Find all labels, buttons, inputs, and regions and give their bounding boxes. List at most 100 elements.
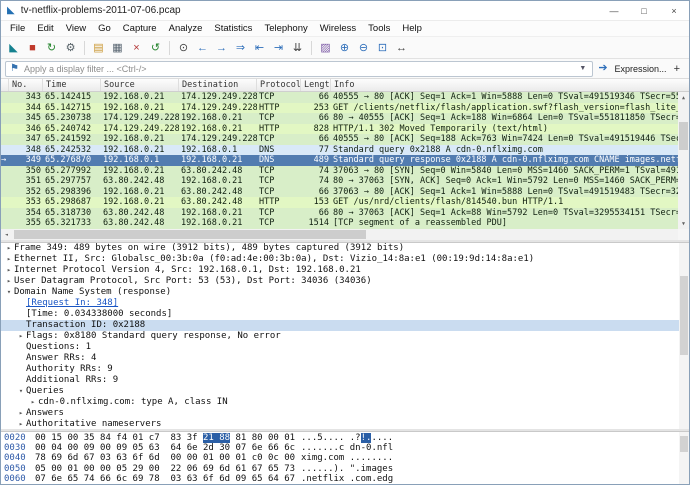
- zoom-in-icon[interactable]: ⊕: [336, 39, 353, 56]
- bytes-vscrollbar[interactable]: [679, 432, 689, 484]
- menu-analyze[interactable]: Analyze: [163, 23, 209, 34]
- close-file-icon[interactable]: ×: [128, 39, 145, 56]
- packet-row-354[interactable]: 35465.31873063.80.242.48192.168.0.21TCP6…: [1, 208, 678, 219]
- details-vscrollbar[interactable]: [679, 243, 689, 429]
- column-header-destination[interactable]: Destination: [179, 79, 257, 91]
- filter-apply-icon[interactable]: ➔: [598, 63, 607, 74]
- expander-icon[interactable]: ▾: [4, 287, 14, 298]
- auto-scroll-icon[interactable]: ⇊: [289, 39, 306, 56]
- packet-row-345[interactable]: 34565.230738174.129.249.228192.168.0.21T…: [1, 113, 678, 124]
- packet-row-349[interactable]: →34965.276870192.168.0.1192.168.0.21DNS4…: [1, 155, 678, 166]
- resize-columns-icon[interactable]: ↔: [393, 39, 410, 56]
- packet-list-vscrollbar[interactable]: ▲ ▼: [678, 92, 689, 229]
- colorize-icon[interactable]: ▨: [317, 39, 334, 56]
- detail-line[interactable]: ▸User Datagram Protocol, Src Port: 53 (5…: [1, 276, 679, 287]
- expander-icon[interactable]: ▾: [16, 386, 26, 397]
- detail-line[interactable]: ▸Answers: [1, 408, 679, 419]
- packet-row-352[interactable]: 35265.298396192.168.0.2163.80.242.48TCP6…: [1, 187, 678, 198]
- menu-help[interactable]: Help: [396, 23, 428, 34]
- packet-row-344[interactable]: 34465.142715192.168.0.21174.129.249.228H…: [1, 103, 678, 114]
- menu-file[interactable]: File: [4, 23, 31, 34]
- detail-line[interactable]: Transaction ID: 0x2188: [1, 320, 679, 331]
- hscroll-thumb[interactable]: [14, 230, 366, 239]
- column-header-length[interactable]: Length: [301, 79, 331, 91]
- filter-history-dropdown-icon[interactable]: ▼: [577, 65, 588, 72]
- detail-line[interactable]: ▾Queries: [1, 386, 679, 397]
- expander-icon[interactable]: ▸: [28, 397, 38, 408]
- display-filter-input[interactable]: ⚑ Apply a display filter ... <Ctrl-/> ▼: [5, 61, 593, 77]
- expander-icon[interactable]: ▸: [16, 331, 26, 342]
- detail-line[interactable]: Authority RRs: 9: [1, 364, 679, 375]
- menu-telephony[interactable]: Telephony: [258, 23, 313, 34]
- menu-go[interactable]: Go: [92, 23, 117, 34]
- hex-row-0050[interactable]: 005005 00 01 00 00 05 29 00 22 06 69 6d …: [1, 464, 679, 474]
- zoom-100-icon[interactable]: ⊡: [374, 39, 391, 56]
- save-file-icon[interactable]: ▦: [109, 39, 126, 56]
- detail-line[interactable]: ▸Frame 349: 489 bytes on wire (3912 bits…: [1, 243, 679, 254]
- menu-tools[interactable]: Tools: [362, 23, 396, 34]
- packet-row-346[interactable]: 34665.240742174.129.249.228192.168.0.21H…: [1, 124, 678, 135]
- minimize-button[interactable]: —: [599, 1, 629, 20]
- packet-row-355[interactable]: 35565.32173363.80.242.48192.168.0.21TCP1…: [1, 218, 678, 229]
- column-header-protocol[interactable]: Protocol: [257, 79, 301, 91]
- expander-icon[interactable]: ▸: [4, 276, 14, 287]
- menu-edit[interactable]: Edit: [31, 23, 59, 34]
- details-vscroll-thumb[interactable]: [680, 276, 688, 354]
- detail-line[interactable]: Additional RRs: 9: [1, 375, 679, 386]
- detail-line[interactable]: ▸cdn-0.nflximg.com: type A, class IN: [1, 397, 679, 408]
- find-packet-icon[interactable]: ⊙: [175, 39, 192, 56]
- scroll-left-icon[interactable]: ◄: [1, 229, 12, 240]
- reload-file-icon[interactable]: ↺: [147, 39, 164, 56]
- hex-row-0060[interactable]: 006007 6e 65 74 66 6c 69 78 03 63 6f 6d …: [1, 474, 679, 484]
- go-to-packet-icon[interactable]: ⇒: [232, 39, 249, 56]
- stop-capture-icon[interactable]: ■: [24, 39, 41, 56]
- start-capture-icon[interactable]: ◣: [5, 39, 22, 56]
- menu-wireless[interactable]: Wireless: [314, 23, 362, 34]
- zoom-out-icon[interactable]: ⊖: [355, 39, 372, 56]
- column-header-time[interactable]: Time: [43, 79, 101, 91]
- maximize-button[interactable]: □: [629, 1, 659, 20]
- column-header-no[interactable]: No.: [9, 79, 43, 91]
- expander-icon[interactable]: ▸: [4, 265, 14, 276]
- vscroll-thumb[interactable]: [679, 122, 688, 149]
- detail-line[interactable]: [Time: 0.034338000 seconds]: [1, 309, 679, 320]
- go-first-icon[interactable]: ⇤: [251, 39, 268, 56]
- packet-row-353[interactable]: 35365.298687192.168.0.2163.80.242.48HTTP…: [1, 197, 678, 208]
- menu-view[interactable]: View: [60, 23, 92, 34]
- expander-icon[interactable]: ▸: [16, 408, 26, 419]
- hex-row-0040[interactable]: 004078 69 6d 67 03 63 6f 6d 00 00 01 00 …: [1, 453, 679, 463]
- capture-options-icon[interactable]: ⚙: [62, 39, 79, 56]
- go-last-icon[interactable]: ⇥: [270, 39, 287, 56]
- packet-row-347[interactable]: 34765.241592192.168.0.21174.129.249.228T…: [1, 134, 678, 145]
- add-filter-button[interactable]: +: [674, 63, 680, 75]
- detail-line[interactable]: Answer RRs: 4: [1, 353, 679, 364]
- expander-icon[interactable]: ▸: [4, 254, 14, 265]
- close-button[interactable]: ×: [659, 1, 689, 20]
- detail-line[interactable]: Questions: 1: [1, 342, 679, 353]
- scroll-up-icon[interactable]: ▲: [678, 92, 689, 103]
- restart-capture-icon[interactable]: ↻: [43, 39, 60, 56]
- detail-line[interactable]: [Request In: 348]: [1, 298, 679, 309]
- column-header-info[interactable]: Info: [331, 79, 689, 91]
- detail-line[interactable]: ▸Internet Protocol Version 4, Src: 192.1…: [1, 265, 679, 276]
- filter-bookmark-icon[interactable]: ⚑: [10, 64, 19, 74]
- detail-line[interactable]: ▾Domain Name System (response): [1, 287, 679, 298]
- expander-icon[interactable]: ▸: [4, 243, 14, 254]
- go-back-icon[interactable]: ←: [194, 39, 211, 56]
- detail-line[interactable]: ▸Authoritative nameservers: [1, 419, 679, 429]
- detail-line[interactable]: ▸Flags: 0x8180 Standard query response, …: [1, 331, 679, 342]
- packet-list-hscrollbar[interactable]: ◄: [1, 229, 678, 240]
- menu-capture[interactable]: Capture: [117, 23, 163, 34]
- expression-button[interactable]: Expression...: [615, 64, 667, 74]
- packet-row-351[interactable]: 35165.29775763.80.242.48192.168.0.21TCP7…: [1, 176, 678, 187]
- expander-icon[interactable]: ▸: [16, 419, 26, 429]
- packet-row-350[interactable]: 35065.277992192.168.0.2163.80.242.48TCP7…: [1, 166, 678, 177]
- column-header-source[interactable]: Source: [101, 79, 179, 91]
- hex-row-0020[interactable]: 002000 15 00 35 84 f4 01 c7 83 3f 21 88 …: [1, 433, 679, 443]
- packet-row-343[interactable]: 34365.142415192.168.0.21174.129.249.228T…: [1, 92, 678, 103]
- bytes-vscroll-thumb[interactable]: [680, 436, 688, 452]
- menu-statistics[interactable]: Statistics: [208, 23, 258, 34]
- detail-line[interactable]: ▸Ethernet II, Src: Globalsc_00:3b:0a (f0…: [1, 254, 679, 265]
- open-file-icon[interactable]: ▤: [90, 39, 107, 56]
- packet-row-348[interactable]: 34865.242532192.168.0.21192.168.0.1DNS77…: [1, 145, 678, 156]
